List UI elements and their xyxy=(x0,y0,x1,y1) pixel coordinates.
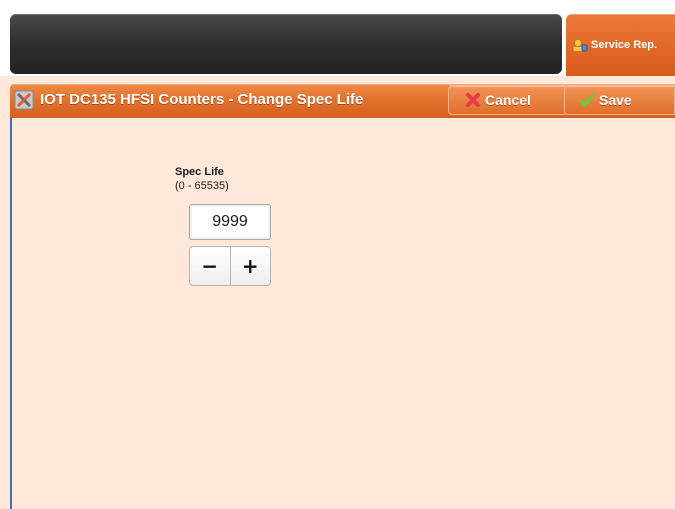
increment-button[interactable]: + xyxy=(231,247,271,285)
status-panel xyxy=(10,14,562,74)
spec-life-stepper: − + xyxy=(189,246,271,286)
cancel-button[interactable]: Cancel xyxy=(448,85,568,115)
screen: Service Rep. IOT DC135 HFSI Counters - C… xyxy=(0,0,675,509)
spec-life-range: (0 - 65535) xyxy=(175,180,229,192)
spec-life-label: Spec Life xyxy=(175,166,224,178)
top-status-bar: Service Rep. xyxy=(0,0,675,76)
tools-icon xyxy=(14,90,34,110)
save-button[interactable]: Save xyxy=(564,85,675,115)
spec-life-value-field[interactable]: 9999 xyxy=(189,204,271,240)
service-rep-label: Service Rep. xyxy=(591,39,658,51)
service-rep-icon xyxy=(572,38,588,52)
decrement-button[interactable]: − xyxy=(190,247,231,285)
dialog-title-bar: IOT DC135 HFSI Counters - Change Spec Li… xyxy=(10,84,675,118)
save-button-label: Save xyxy=(599,92,632,108)
dialog-title: IOT DC135 HFSI Counters - Change Spec Li… xyxy=(40,91,364,108)
checkmark-icon xyxy=(579,92,595,108)
service-rep-tab[interactable]: Service Rep. xyxy=(566,14,675,76)
cancel-x-icon xyxy=(465,92,481,108)
cancel-button-label: Cancel xyxy=(485,92,531,108)
left-edge-border xyxy=(10,118,12,509)
